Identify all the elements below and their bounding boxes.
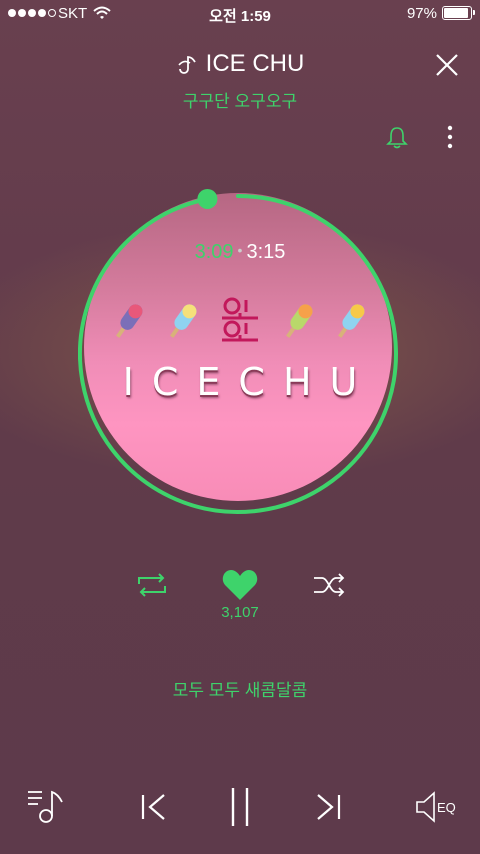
like-count: 3,107 bbox=[221, 604, 259, 621]
popsicle-icon bbox=[116, 304, 143, 338]
song-title: ICE CHU bbox=[0, 50, 480, 78]
previous-icon[interactable] bbox=[140, 792, 168, 822]
total-time: 3:15 bbox=[246, 241, 286, 263]
status-bar: SKT 오전 1:59 97% bbox=[0, 0, 480, 28]
battery-icon bbox=[442, 6, 475, 20]
popsicle-icon bbox=[338, 304, 365, 338]
popsicle-icon bbox=[286, 304, 313, 338]
time-separator: • bbox=[237, 242, 243, 258]
progress-knob[interactable] bbox=[197, 188, 218, 209]
shuffle-icon[interactable] bbox=[312, 572, 346, 598]
bell-icon[interactable] bbox=[386, 125, 408, 149]
album-logo-icon bbox=[222, 297, 258, 342]
album-brand-text: ICECHU bbox=[122, 360, 376, 404]
more-vertical-icon[interactable] bbox=[444, 124, 456, 150]
close-icon[interactable] bbox=[434, 52, 460, 78]
elapsed-time: 3:09 bbox=[194, 241, 234, 263]
svg-text:EQ: EQ bbox=[437, 800, 456, 815]
popsicle-icon bbox=[170, 304, 197, 338]
next-icon[interactable] bbox=[314, 792, 342, 822]
song-title-text: ICE CHU bbox=[205, 50, 305, 77]
pause-icon[interactable] bbox=[228, 786, 252, 828]
playlist-icon[interactable] bbox=[26, 788, 66, 826]
music-note-icon bbox=[178, 56, 196, 74]
time-display: 3:09 • 3:15 bbox=[0, 241, 480, 264]
album-art-decoration bbox=[110, 296, 370, 356]
heart-icon[interactable] bbox=[221, 568, 259, 602]
artist-name[interactable]: 구구단 오구오구 bbox=[0, 87, 480, 112]
repeat-icon[interactable] bbox=[135, 572, 169, 598]
eq-icon[interactable]: EQ bbox=[414, 790, 460, 824]
current-lyric[interactable]: 모두 모두 새콤달콤 bbox=[0, 676, 480, 701]
battery-fill bbox=[444, 8, 469, 18]
battery-percent: 97% bbox=[406, 5, 437, 22]
